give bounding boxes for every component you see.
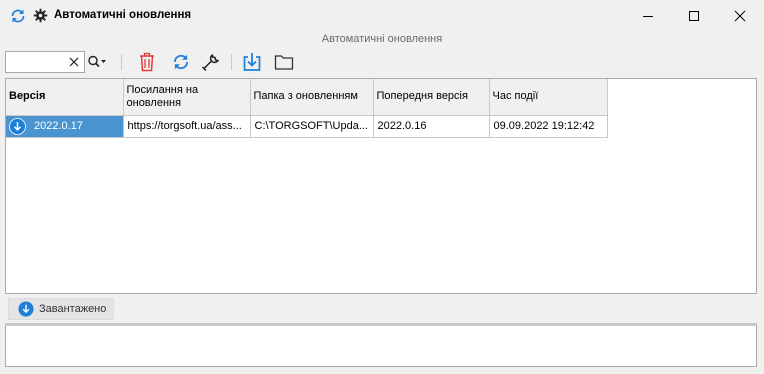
minimize-icon — [643, 16, 653, 17]
search-icon — [88, 55, 106, 68]
updates-grid[interactable]: Версія Посилання на оновлення Папка з он… — [5, 78, 757, 294]
title-bar: Автоматичні оновлення — [0, 0, 764, 32]
maximize-icon — [689, 11, 699, 21]
settings-button[interactable] — [200, 51, 222, 73]
column-header-folder[interactable]: Папка з оновленням — [250, 79, 374, 116]
table-row[interactable]: 2022.0.17 https://torgsoft.ua/ass... C:\… — [6, 115, 608, 138]
column-header-version[interactable]: Версія — [6, 79, 124, 116]
search-input[interactable] — [5, 51, 85, 73]
download-status-icon — [18, 301, 34, 317]
clear-icon[interactable] — [68, 55, 80, 69]
close-button[interactable] — [717, 0, 763, 32]
column-header-link[interactable]: Посилання на оновлення — [123, 79, 251, 116]
column-header-previous-version[interactable]: Попередня версія — [373, 79, 490, 116]
download-button[interactable] — [241, 51, 263, 73]
refresh-app-icon — [11, 9, 25, 23]
form-caption: Автоматичні оновлення — [321, 33, 443, 45]
downloaded-status-button[interactable]: Завантажено — [8, 298, 114, 320]
updates-table: Версія Посилання на оновлення Папка з он… — [6, 79, 608, 138]
cell-link[interactable]: https://torgsoft.ua/ass... — [123, 115, 251, 138]
gear-icon[interactable] — [33, 8, 48, 23]
maximize-button[interactable] — [671, 0, 717, 32]
search-options-button[interactable] — [87, 52, 109, 72]
toolbar-separator — [121, 54, 122, 70]
download-status-icon — [9, 117, 26, 135]
toolbar — [0, 48, 764, 76]
cell-folder[interactable]: C:\TORGSOFT\Upda... — [250, 115, 374, 138]
status-label: Завантажено — [39, 303, 107, 315]
cell-previous-version[interactable]: 2022.0.16 — [373, 115, 490, 138]
download-icon — [243, 53, 261, 71]
refresh-icon — [173, 54, 189, 70]
cell-version[interactable]: 2022.0.17 — [6, 115, 124, 138]
refresh-button[interactable] — [170, 51, 192, 73]
toolbar-separator — [231, 54, 232, 70]
details-memo[interactable] — [5, 326, 757, 367]
table-header-row: Версія Посилання на оновлення Папка з он… — [6, 79, 608, 116]
cell-version-text: 2022.0.17 — [34, 120, 83, 132]
window-title: Автоматичні оновлення — [54, 9, 192, 21]
open-folder-button[interactable] — [273, 51, 295, 73]
folder-icon — [274, 55, 294, 70]
close-icon — [734, 10, 746, 22]
wrench-icon — [201, 54, 219, 72]
trash-icon — [140, 52, 154, 72]
cell-event-time[interactable]: 09.09.2022 19:12:42 — [489, 115, 608, 138]
column-header-event-time[interactable]: Час події — [489, 79, 608, 116]
delete-button[interactable] — [136, 51, 158, 73]
minimize-button[interactable] — [625, 0, 671, 32]
